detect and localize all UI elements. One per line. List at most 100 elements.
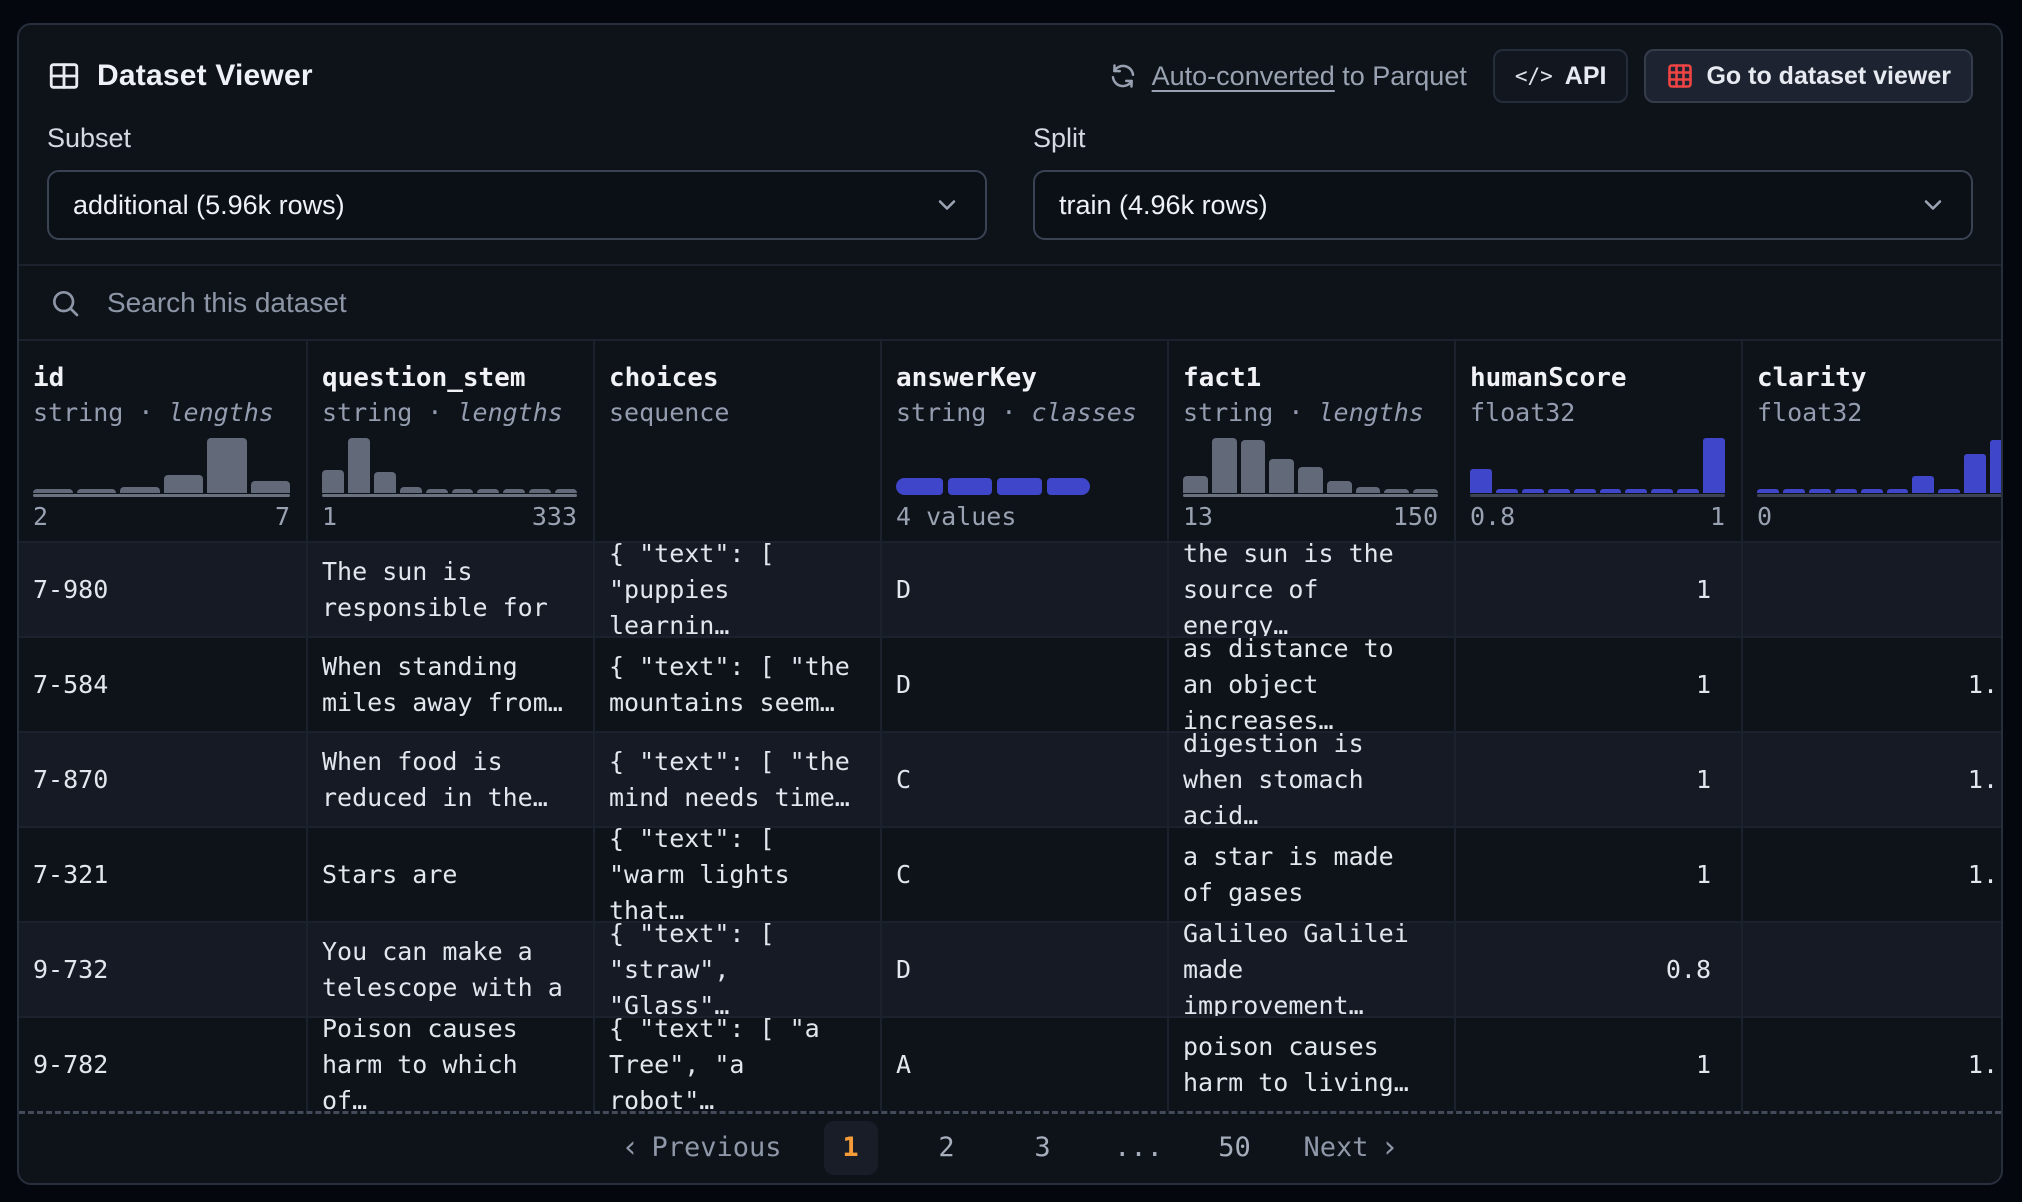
table-row[interactable]: 7-584 When standing miles away from… { "… xyxy=(19,636,2001,731)
column-header-answer-key[interactable]: answerKey string · classes 4 values xyxy=(880,341,1167,541)
column-name: question_stem xyxy=(322,361,577,395)
column-header-fact1[interactable]: fact1 string · lengths 13150 xyxy=(1167,341,1454,541)
column-type: sequence xyxy=(609,397,864,429)
chevron-down-icon xyxy=(1919,191,1947,219)
column-header-choices[interactable]: choices sequence xyxy=(593,341,880,541)
cell-id[interactable]: 7-321 xyxy=(19,828,306,921)
dataset-table: id string · lengths 27 question_stem str… xyxy=(19,341,2001,1111)
grid-icon-red xyxy=(1666,62,1694,90)
histogram-range: 0.81 xyxy=(1470,502,1725,532)
cell-fact1[interactable]: a star is made of gases xyxy=(1167,828,1454,921)
column-header-id[interactable]: id string · lengths 27 xyxy=(19,341,306,541)
cell-question-stem[interactable]: Stars are xyxy=(306,828,593,921)
histogram-id[interactable] xyxy=(33,435,290,497)
pagination-page-2[interactable]: 2 xyxy=(920,1121,974,1175)
histogram-range: 13150 xyxy=(1183,502,1438,532)
api-button[interactable]: </> API xyxy=(1493,49,1629,103)
subset-select-value: additional (5.96k rows) xyxy=(73,190,345,221)
parquet-note: Auto-converted to Parquet xyxy=(1108,61,1467,92)
cell-clarity[interactable]: 1. xyxy=(1741,733,2001,826)
table-row[interactable]: 7-870 When food is reduced in the… { "te… xyxy=(19,731,2001,826)
search-icon xyxy=(49,287,81,319)
cell-choices[interactable]: { "text": [ "the mind needs time… xyxy=(593,733,880,826)
cell-human-score[interactable]: 1 xyxy=(1454,1018,1741,1111)
cell-id[interactable]: 7-980 xyxy=(19,543,306,636)
column-type: float32 xyxy=(1757,397,2001,429)
cell-answer-key[interactable]: C xyxy=(880,828,1167,921)
chevron-down-icon xyxy=(933,191,961,219)
cell-fact1[interactable]: Galileo Galilei made improvement… xyxy=(1167,923,1454,1016)
column-type: string · lengths xyxy=(1183,397,1438,429)
auto-converted-link[interactable]: Auto-converted xyxy=(1152,61,1335,91)
cell-human-score[interactable]: 1 xyxy=(1454,543,1741,636)
cell-clarity[interactable]: 1. xyxy=(1741,1018,2001,1111)
subset-select[interactable]: additional (5.96k rows) xyxy=(47,170,987,240)
cell-question-stem[interactable]: Poison causes harm to which of… xyxy=(306,1018,593,1111)
cell-human-score[interactable]: 1 xyxy=(1454,638,1741,731)
table-icon xyxy=(47,59,81,93)
table-row[interactable]: 9-732 You can make a telescope with a { … xyxy=(19,921,2001,1016)
pagination-page-3[interactable]: 3 xyxy=(1016,1121,1070,1175)
cell-question-stem[interactable]: The sun is responsible for xyxy=(306,543,593,636)
column-type: string · lengths xyxy=(33,397,290,429)
pagination-page-50[interactable]: 50 xyxy=(1208,1121,1262,1175)
search-input[interactable] xyxy=(107,287,1971,319)
cell-id[interactable]: 7-870 xyxy=(19,733,306,826)
cell-question-stem[interactable]: You can make a telescope with a xyxy=(306,923,593,1016)
cell-question-stem[interactable]: When food is reduced in the… xyxy=(306,733,593,826)
pagination-page-1[interactable]: 1 xyxy=(824,1121,878,1175)
cell-fact1[interactable]: poison causes harm to living… xyxy=(1167,1018,1454,1111)
column-type: float32 xyxy=(1470,397,1725,429)
histogram-fact1[interactable] xyxy=(1183,435,1438,497)
table-row[interactable]: 7-321 Stars are { "text": [ "warm lights… xyxy=(19,826,2001,921)
column-header-human-score[interactable]: humanScore float32 0.81 xyxy=(1454,341,1741,541)
pagination-next[interactable]: Next › xyxy=(1304,1132,1399,1163)
table-row[interactable]: 7-980 The sun is responsible for { "text… xyxy=(19,541,2001,636)
column-header-question-stem[interactable]: question_stem string · lengths 1333 xyxy=(306,341,593,541)
cell-choices[interactable]: { "text": [ "puppies learnin… xyxy=(593,543,880,636)
cell-clarity[interactable] xyxy=(1741,923,2001,1016)
cell-clarity[interactable]: 1. xyxy=(1741,638,2001,731)
cell-id[interactable]: 9-732 xyxy=(19,923,306,1016)
cell-answer-key[interactable]: D xyxy=(880,923,1167,1016)
cell-answer-key[interactable]: D xyxy=(880,543,1167,636)
cell-answer-key[interactable]: A xyxy=(880,1018,1167,1111)
cell-clarity[interactable]: 1. xyxy=(1741,828,2001,921)
column-header-clarity[interactable]: clarity float32 0 xyxy=(1741,341,2001,541)
split-select[interactable]: train (4.96k rows) xyxy=(1033,170,1973,240)
cell-human-score[interactable]: 1 xyxy=(1454,733,1741,826)
cell-choices[interactable]: { "text": [ "straw", "Glass"… xyxy=(593,923,880,1016)
chevron-left-icon: ‹ xyxy=(621,1133,639,1163)
chevron-right-icon: › xyxy=(1381,1133,1399,1163)
cell-choices[interactable]: { "text": [ "the mountains seem… xyxy=(593,638,880,731)
cell-id[interactable]: 7-584 xyxy=(19,638,306,731)
card-header: Dataset Viewer Auto-converted to Parquet… xyxy=(19,25,2001,109)
cell-clarity[interactable] xyxy=(1741,543,2001,636)
cell-fact1[interactable]: the sun is the source of energy… xyxy=(1167,543,1454,636)
column-name: fact1 xyxy=(1183,361,1438,395)
pagination-ellipsis: ... xyxy=(1112,1121,1166,1175)
cell-human-score[interactable]: 0.8 xyxy=(1454,923,1741,1016)
column-name: humanScore xyxy=(1470,361,1725,395)
histogram-human-score[interactable] xyxy=(1470,435,1725,497)
table-row[interactable]: 9-782 Poison causes harm to which of… { … xyxy=(19,1016,2001,1111)
pagination-previous[interactable]: ‹ Previous xyxy=(621,1132,781,1163)
cell-fact1[interactable]: digestion is when stomach acid… xyxy=(1167,733,1454,826)
class-distribution-bar[interactable] xyxy=(896,435,1151,497)
search-bar[interactable] xyxy=(19,264,2001,341)
api-button-label: API xyxy=(1565,62,1607,91)
histogram-question-stem[interactable] xyxy=(322,435,577,497)
histogram-clarity[interactable] xyxy=(1757,435,2001,497)
go-to-dataset-viewer-button[interactable]: Go to dataset viewer xyxy=(1644,49,1973,103)
cell-human-score[interactable]: 1 xyxy=(1454,828,1741,921)
cell-choices[interactable]: { "text": [ "warm lights that… xyxy=(593,828,880,921)
dataset-controls: Subset additional (5.96k rows) Split tra… xyxy=(19,109,2001,264)
to-parquet-text: to Parquet xyxy=(1335,61,1467,91)
cell-id[interactable]: 9-782 xyxy=(19,1018,306,1111)
cell-answer-key[interactable]: D xyxy=(880,638,1167,731)
previous-label: Previous xyxy=(651,1132,781,1163)
cell-answer-key[interactable]: C xyxy=(880,733,1167,826)
cell-fact1[interactable]: as distance to an object increases… xyxy=(1167,638,1454,731)
cell-choices[interactable]: { "text": [ "a Tree", "a robot"… xyxy=(593,1018,880,1111)
cell-question-stem[interactable]: When standing miles away from… xyxy=(306,638,593,731)
